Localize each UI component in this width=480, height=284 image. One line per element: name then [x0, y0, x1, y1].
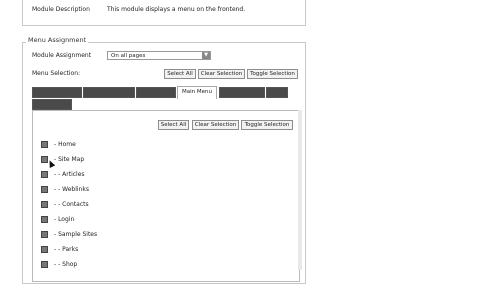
inner-clear-selection-button[interactable]: Clear Selection	[192, 120, 239, 130]
tab-main-menu[interactable]: Main Menu	[177, 86, 217, 99]
menu-assignment-legend: Menu Assignment	[26, 36, 89, 44]
checkbox[interactable]	[41, 171, 48, 178]
list-item-label: - - Articles	[54, 171, 85, 178]
list-item-label: - Home	[54, 141, 76, 148]
module-assignment-label: Module Assignment	[32, 52, 92, 59]
checkbox[interactable]	[41, 246, 48, 253]
module-details-panel	[22, 0, 306, 26]
tab-menu-1[interactable]	[32, 87, 82, 98]
list-item-label: - Login	[54, 216, 75, 223]
menu-items-panel	[32, 110, 300, 282]
menu-selection-label: Menu Selection:	[32, 70, 81, 77]
checkbox[interactable]	[41, 231, 48, 238]
module-description-value: This module displays a menu on the front…	[107, 6, 246, 13]
list-item-label: - - Shop	[54, 261, 78, 268]
tab-menu-6[interactable]	[266, 87, 288, 98]
checkbox[interactable]	[41, 261, 48, 268]
inner-toggle-selection-button[interactable]: Toggle Selection	[241, 120, 293, 130]
select-all-button[interactable]: Select All	[164, 69, 196, 79]
list-item-label: - - Weblinks	[54, 186, 89, 193]
tab-menu-2[interactable]	[83, 87, 135, 98]
list-item-label: - Site Map	[54, 156, 85, 163]
clear-selection-button[interactable]: Clear Selection	[198, 69, 245, 79]
tab-menu-5[interactable]	[219, 87, 265, 98]
tab-menu-7[interactable]	[32, 99, 72, 110]
checkbox[interactable]	[41, 216, 48, 223]
checkbox[interactable]	[41, 201, 48, 208]
list-item-label: - - Parks	[54, 246, 79, 253]
toggle-selection-button[interactable]: Toggle Selection	[247, 69, 298, 79]
module-assignment-select[interactable]: On all pages ▼	[107, 51, 211, 60]
tab-menu-3[interactable]	[136, 87, 176, 98]
checkbox[interactable]	[41, 141, 48, 148]
list-item-label: - Sample Sites	[54, 231, 98, 238]
module-description-label: Module Description	[32, 6, 90, 13]
list-item-label: - - Contacts	[54, 201, 89, 208]
menu-items-scrollbar[interactable]	[298, 110, 302, 270]
chevron-down-icon[interactable]: ▼	[202, 52, 210, 59]
checkbox[interactable]	[41, 186, 48, 193]
module-assignment-value: On all pages	[111, 53, 146, 59]
inner-select-all-button[interactable]: Select All	[158, 120, 189, 130]
